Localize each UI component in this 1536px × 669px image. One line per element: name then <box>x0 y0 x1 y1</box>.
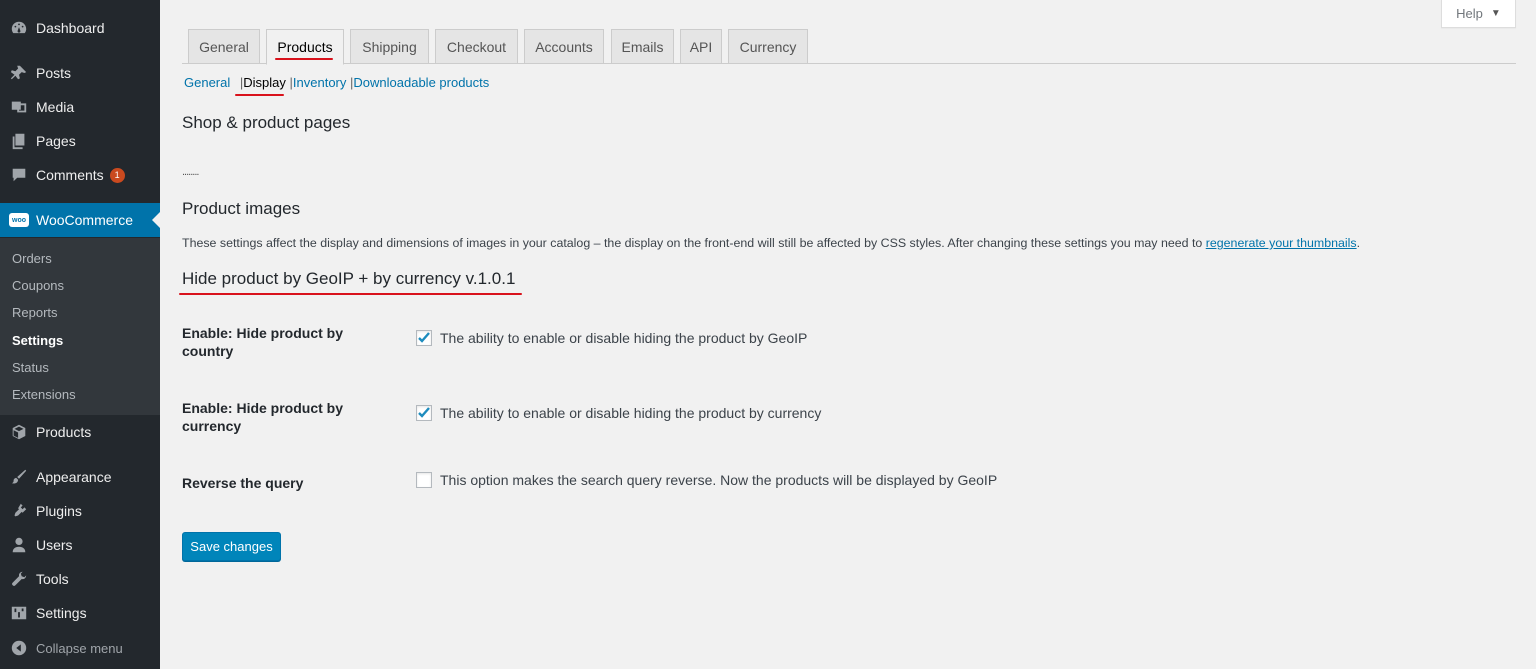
woocommerce-submenu: Orders Coupons Reports Settings Status E… <box>0 238 160 415</box>
tab-emails[interactable]: Emails <box>611 29 674 64</box>
images-description-text: These settings affect the display and di… <box>182 236 1203 250</box>
label-hide-by-country: Enable: Hide product by country <box>182 325 344 359</box>
placeholder-dots: ........ <box>182 166 199 178</box>
checkbox-reverse-query[interactable] <box>416 472 432 488</box>
menu-appearance-label: Appearance <box>36 469 112 485</box>
menu-media[interactable]: Media <box>0 90 160 124</box>
submenu-orders[interactable]: Orders <box>12 251 52 266</box>
settings-tab-bar: General Products Shipping Checkout Accou… <box>182 28 1516 65</box>
checkbox-hide-by-country-text: The ability to enable or disable hiding … <box>440 330 808 346</box>
label-hide-by-currency: Enable: Hide product by currency <box>182 400 344 434</box>
media-icon <box>9 97 29 117</box>
checkbox-reverse-query-text: This option makes the search query rever… <box>440 472 998 488</box>
menu-users-label: Users <box>36 537 73 553</box>
field-hide-by-country: The ability to enable or disable hiding … <box>416 330 807 346</box>
collapse-icon <box>9 638 29 658</box>
help-tab-button[interactable]: Help ▼ <box>1441 0 1516 28</box>
images-section-title: Product images <box>182 199 301 218</box>
menu-comments[interactable]: Comments 1 <box>0 158 160 192</box>
regenerate-thumbnails-link[interactable]: regenerate your thumbnails <box>1206 236 1357 250</box>
menu-pages-label: Pages <box>36 133 76 149</box>
box-icon <box>9 422 29 442</box>
subnav-downloadable[interactable]: Downloadable products <box>353 75 489 90</box>
menu-settings[interactable]: Settings <box>0 596 160 630</box>
menu-plugins[interactable]: Plugins <box>0 494 160 528</box>
images-description: These settings affect the display and di… <box>182 236 1360 250</box>
menu-appearance[interactable]: Appearance <box>0 460 160 494</box>
menu-products-label: Products <box>36 424 92 440</box>
tab-shipping[interactable]: Shipping <box>350 29 429 64</box>
menu-woocommerce[interactable]: woo WooCommerce <box>0 203 160 237</box>
menu-plugins-label: Plugins <box>36 503 82 519</box>
submenu-reports[interactable]: Reports <box>12 305 58 320</box>
menu-tools[interactable]: Tools <box>0 562 160 596</box>
user-icon <box>9 535 29 555</box>
annotation-underline-products <box>275 58 333 60</box>
comment-icon <box>9 165 29 185</box>
help-label: Help <box>1456 6 1483 21</box>
checkbox-hide-by-currency[interactable] <box>416 405 432 421</box>
field-hide-by-currency: The ability to enable or disable hiding … <box>416 405 821 421</box>
brush-icon <box>9 467 29 487</box>
pin-icon <box>9 63 29 83</box>
dashboard-icon <box>9 18 29 38</box>
comments-count-badge: 1 <box>109 167 125 183</box>
plugin-section-title: Hide product by GeoIP + by currency v.1.… <box>182 269 516 288</box>
checkbox-hide-by-country[interactable] <box>416 330 432 346</box>
shop-section-title: Shop & product pages <box>182 113 351 132</box>
submenu-settings[interactable]: Settings <box>12 333 63 348</box>
section-subnav: General |Display |Inventory |Downloadabl… <box>184 75 489 90</box>
menu-tools-label: Tools <box>36 571 69 587</box>
pages-icon <box>9 131 29 151</box>
save-changes-button[interactable]: Save changes <box>182 532 281 561</box>
admin-sidebar: Dashboard Posts Media Pages Comments 1 w… <box>0 0 160 669</box>
field-reverse-query: This option makes the search query rever… <box>416 472 997 488</box>
checkbox-hide-by-currency-text: The ability to enable or disable hiding … <box>440 405 822 421</box>
menu-dashboard[interactable]: Dashboard <box>0 11 160 45</box>
description-period: . <box>1356 236 1361 250</box>
submenu-extensions[interactable]: Extensions <box>12 387 76 402</box>
menu-media-label: Media <box>36 99 75 115</box>
subnav-general[interactable]: General <box>184 75 230 90</box>
caret-down-icon: ▼ <box>1490 8 1501 19</box>
wrench-icon <box>9 569 29 589</box>
menu-posts[interactable]: Posts <box>0 56 160 90</box>
annotation-underline-plugin-title <box>179 293 522 295</box>
menu-settings-label: Settings <box>36 605 87 621</box>
submenu-status[interactable]: Status <box>12 360 49 375</box>
subnav-inventory[interactable]: Inventory <box>293 75 346 90</box>
sliders-icon <box>9 603 29 623</box>
menu-products[interactable]: Products <box>0 415 160 449</box>
tab-api[interactable]: API <box>680 29 722 64</box>
menu-posts-label: Posts <box>36 65 72 81</box>
menu-pages[interactable]: Pages <box>0 124 160 158</box>
collapse-menu-label: Collapse menu <box>36 640 123 656</box>
menu-woocommerce-label: WooCommerce <box>36 212 133 228</box>
subnav-display[interactable]: Display <box>243 75 286 90</box>
tab-general[interactable]: General <box>188 29 260 64</box>
menu-comments-label: Comments <box>36 167 104 183</box>
plug-icon <box>9 501 29 521</box>
annotation-underline-display <box>235 94 284 96</box>
menu-users[interactable]: Users <box>0 528 160 562</box>
menu-dashboard-label: Dashboard <box>36 20 105 36</box>
submenu-coupons[interactable]: Coupons <box>12 278 64 293</box>
tab-checkout[interactable]: Checkout <box>435 29 518 64</box>
woo-icon: woo <box>9 210 29 230</box>
label-reverse-query: Reverse the query <box>182 475 304 491</box>
tab-accounts[interactable]: Accounts <box>524 29 604 64</box>
collapse-menu-button[interactable]: Collapse menu <box>0 631 160 665</box>
tab-currency[interactable]: Currency <box>728 29 808 64</box>
